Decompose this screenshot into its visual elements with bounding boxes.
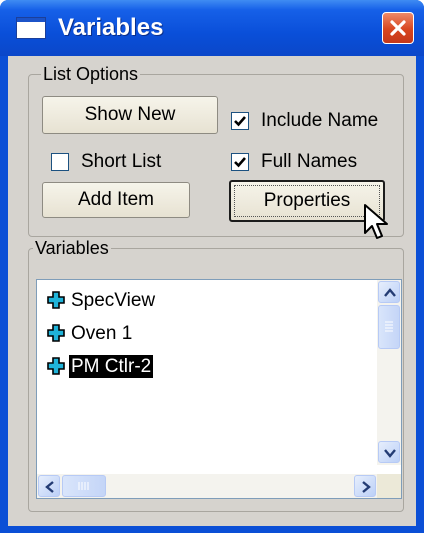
properties-button[interactable]: Properties bbox=[229, 180, 385, 222]
scroll-up-button[interactable] bbox=[378, 281, 400, 303]
grip-icon bbox=[78, 482, 89, 490]
full-names-label: Full Names bbox=[261, 151, 358, 172]
vertical-scroll-thumb[interactable] bbox=[378, 305, 400, 349]
include-name-checkbox[interactable] bbox=[231, 112, 249, 130]
checkmark-icon bbox=[234, 116, 246, 127]
mouse-cursor-icon bbox=[364, 204, 388, 239]
variables-legend: Variables bbox=[33, 238, 111, 258]
window-title: Variables bbox=[58, 14, 164, 41]
tree-item-label-selected: PM Ctlr-2 bbox=[69, 354, 154, 378]
include-name-row: Include Name bbox=[231, 110, 378, 132]
close-x-icon bbox=[390, 20, 406, 36]
chevron-right-icon bbox=[362, 481, 371, 493]
plus-expand-icon[interactable] bbox=[47, 291, 65, 309]
scrollbar-corner bbox=[377, 474, 401, 498]
show-new-button[interactable]: Show New bbox=[42, 96, 218, 134]
full-names-row: Full Names bbox=[231, 151, 357, 173]
short-list-row: Short List bbox=[51, 151, 161, 173]
plus-expand-icon[interactable] bbox=[47, 357, 65, 375]
list-options-legend: List Options bbox=[41, 64, 141, 84]
plus-expand-icon[interactable] bbox=[47, 324, 65, 342]
horizontal-scroll-thumb[interactable] bbox=[62, 475, 106, 497]
include-name-label: Include Name bbox=[261, 110, 379, 131]
short-list-checkbox[interactable] bbox=[51, 153, 69, 171]
window-icon bbox=[16, 17, 46, 39]
tree-item-pm-ctlr-2[interactable]: PM Ctlr-2 bbox=[47, 354, 154, 378]
chevron-down-icon bbox=[384, 449, 396, 458]
full-names-checkbox[interactable] bbox=[231, 153, 249, 171]
tree-item-specview[interactable]: SpecView bbox=[47, 288, 157, 312]
checkmark-icon bbox=[234, 157, 246, 168]
close-button[interactable] bbox=[382, 12, 414, 44]
scroll-left-button[interactable] bbox=[38, 475, 60, 497]
chevron-left-icon bbox=[45, 481, 54, 493]
horizontal-scrollbar[interactable] bbox=[37, 474, 377, 498]
scroll-right-button[interactable] bbox=[354, 475, 376, 497]
tree-item-label: Oven 1 bbox=[71, 322, 133, 344]
add-item-button[interactable]: Add Item bbox=[42, 182, 190, 218]
title-bar[interactable]: Variables bbox=[0, 0, 424, 56]
chevron-up-icon bbox=[384, 288, 396, 297]
variables-tree[interactable]: SpecView Oven 1 PM Ctlr-2 bbox=[36, 279, 402, 499]
variables-window: Variables List Options Show New Include … bbox=[0, 0, 424, 533]
vertical-scrollbar[interactable] bbox=[377, 280, 401, 465]
tree-item-oven-1[interactable]: Oven 1 bbox=[47, 321, 134, 345]
tree-item-label: SpecView bbox=[71, 289, 156, 311]
grip-icon bbox=[385, 321, 393, 332]
dialog-client-area: List Options Show New Include Name Short… bbox=[8, 56, 416, 526]
scroll-down-button[interactable] bbox=[378, 441, 400, 463]
short-list-label: Short List bbox=[81, 151, 162, 172]
